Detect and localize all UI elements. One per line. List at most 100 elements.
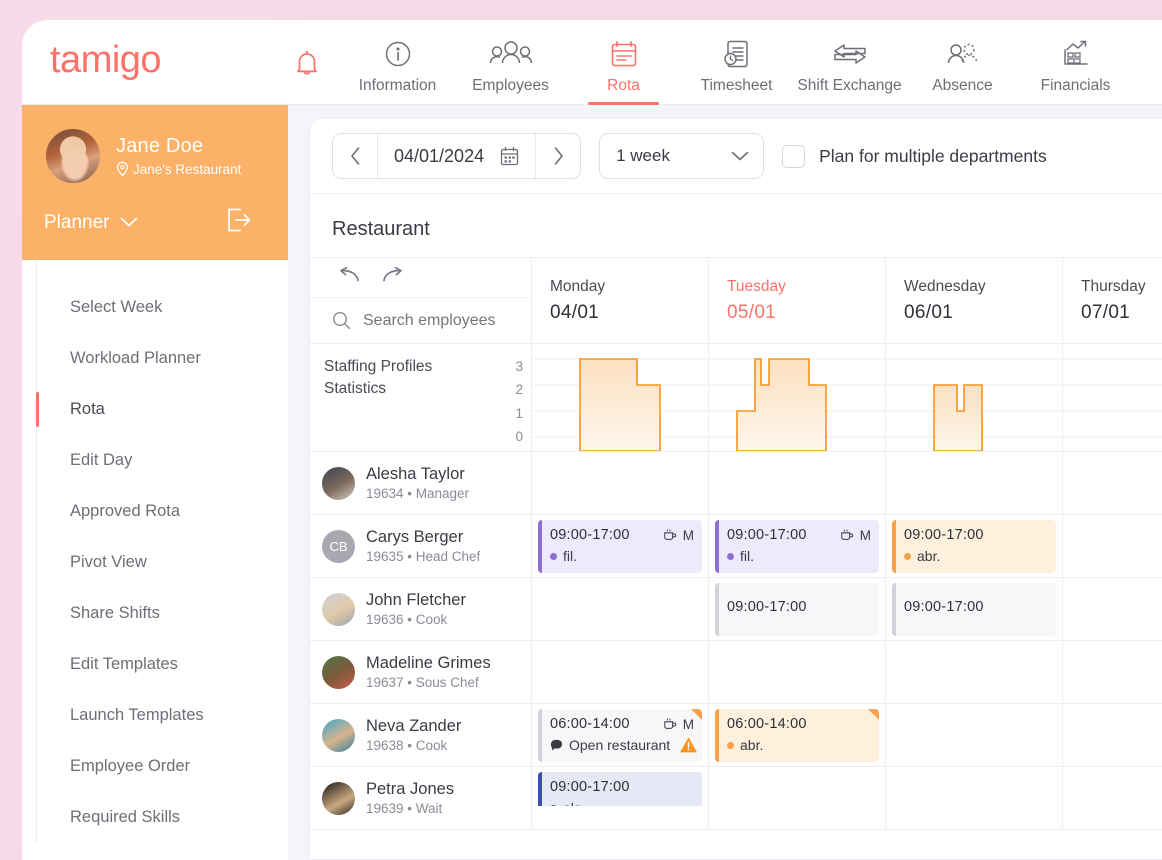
shift-warning-badge[interactable] [679, 736, 698, 759]
shift-cell[interactable]: 06:00-14:00 M [532, 704, 708, 767]
employee-row[interactable]: CB Carys Berger 19635 • Head Chef [310, 515, 531, 578]
employee-info: Alesha Taylor 19634 • Manager [366, 465, 469, 501]
nav-item-information[interactable]: Information [341, 20, 454, 105]
shift-cell[interactable]: 09:00-17:00 [886, 578, 1062, 641]
sidebar-item-rota[interactable]: Rota [22, 384, 288, 435]
nav-item-employees[interactable]: Employees [454, 20, 567, 105]
shift-cell[interactable] [886, 704, 1062, 767]
nav-label: Shift Exchange [797, 77, 901, 95]
shift-card-top: 09:00-17:00 M [550, 527, 694, 543]
sidebar-item-label: Rota [70, 400, 105, 419]
sidebar-item-edit-day[interactable]: Edit Day [22, 435, 288, 486]
shift-cell[interactable]: 09:00-17:00 M [532, 515, 708, 578]
sidebar-item-approved-rota[interactable]: Approved Rota [22, 486, 288, 537]
undo-redo-row [310, 258, 531, 298]
notification-bell-button[interactable] [273, 50, 341, 78]
sidebar-item-edit-templates[interactable]: Edit Templates [22, 639, 288, 690]
employee-row[interactable]: Neva Zander 19638 • Cook [310, 704, 531, 767]
shift-time: 09:00-17:00 [550, 527, 630, 543]
sidebar-item-pivot-view[interactable]: Pivot View [22, 537, 288, 588]
people-group-icon [489, 35, 533, 73]
shift-cell[interactable] [886, 767, 1062, 830]
shift-cell[interactable] [709, 641, 885, 704]
sidebar-item-label: Required Skills [70, 808, 180, 827]
shift-cell[interactable]: 09:00-17:00 abr. [886, 515, 1062, 578]
shift-cell[interactable] [709, 452, 885, 515]
shift-tag-label: fil. [563, 548, 577, 564]
shift-cell[interactable] [1063, 767, 1162, 830]
shift-tag-dot [727, 742, 734, 749]
employee-search-row[interactable] [310, 298, 531, 344]
sidebar-item-workload-planner[interactable]: Workload Planner [22, 333, 288, 384]
shift-cell[interactable] [709, 767, 885, 830]
person-dotted-icon [945, 35, 981, 73]
avatar [322, 719, 355, 752]
shift-cell[interactable]: 09:00-17:00 [709, 578, 885, 641]
day-header[interactable]: Thursday 07/01 [1063, 258, 1162, 344]
shift-cell[interactable] [886, 641, 1062, 704]
day-header[interactable]: Wednesday 06/01 [886, 258, 1062, 344]
employee-row[interactable]: John Fletcher 19636 • Cook [310, 578, 531, 641]
undo-button[interactable] [336, 267, 360, 288]
shift-cell[interactable] [532, 578, 708, 641]
day-header[interactable]: Tuesday 05/01 [709, 258, 885, 344]
shift-card-tag: Open restaurant [550, 737, 694, 753]
nav-item-absence[interactable]: Absence [906, 20, 1019, 105]
sidebar-item-employee-order[interactable]: Employee Order [22, 741, 288, 792]
logout-button[interactable] [226, 207, 252, 238]
redo-button[interactable] [382, 267, 406, 288]
nav-item-financials[interactable]: Financials [1019, 20, 1132, 105]
nav-item-rota[interactable]: Rota [567, 20, 680, 105]
sidebar-item-share-shifts[interactable]: Share Shifts [22, 588, 288, 639]
employee-meta: 19637 • Sous Chef [366, 675, 491, 690]
app-logo[interactable]: tamigo [22, 39, 273, 82]
staffing-area-chart [709, 344, 886, 451]
date-field[interactable]: 04/01/2024 [378, 134, 535, 178]
day-column-monday: Monday 04/01 [532, 258, 709, 830]
multi-department-checkbox-row[interactable]: Plan for multiple departments [782, 145, 1047, 168]
prev-week-button[interactable] [333, 134, 377, 178]
next-week-button[interactable] [536, 134, 580, 178]
sidebar-item-select-week[interactable]: Select Week [22, 282, 288, 333]
shift-card[interactable]: 06:00-14:00 M [538, 709, 702, 762]
shift-cell[interactable] [532, 452, 708, 515]
employee-row[interactable]: Petra Jones 19639 • Wait [310, 767, 531, 830]
shift-color-bar [538, 772, 542, 806]
shift-cell[interactable] [1063, 578, 1162, 641]
shift-cell[interactable] [1063, 641, 1162, 704]
sidebar-item-label: Approved Rota [70, 502, 180, 521]
shift-cell[interactable] [532, 641, 708, 704]
role-selector-label: Planner [44, 212, 110, 234]
shift-card[interactable]: 09:00-17:00 [892, 583, 1056, 636]
role-selector[interactable]: Planner [44, 212, 138, 234]
shift-card[interactable]: 09:00-17:00 ale. [538, 772, 702, 806]
shift-card[interactable]: 09:00-17:00 M [715, 520, 879, 573]
profile-actions: Planner [44, 207, 268, 238]
nav-item-shift-exchange[interactable]: Shift Exchange [793, 20, 906, 105]
employee-row[interactable]: Madeline Grimes 19637 • Sous Chef [310, 641, 531, 704]
sidebar-item-launch-templates[interactable]: Launch Templates [22, 690, 288, 741]
shift-cell[interactable]: 09:00-17:00 ale. [532, 767, 708, 830]
chart-money-icon [1060, 35, 1092, 73]
shift-cell[interactable] [1063, 452, 1162, 515]
sidebar-item-required-skills[interactable]: Required Skills [22, 792, 288, 843]
shift-cell[interactable] [1063, 704, 1162, 767]
multi-department-checkbox[interactable] [782, 145, 805, 168]
search-input[interactable] [363, 312, 513, 330]
shift-card[interactable]: 06:00-14:00 abr. [715, 709, 879, 762]
shift-card[interactable]: 09:00-17:00 abr. [892, 520, 1056, 573]
employee-meta: 19638 • Cook [366, 738, 461, 753]
shift-cell[interactable]: 09:00-17:00 M [709, 515, 885, 578]
body: Jane Doe Jane's Restaurant [22, 105, 1162, 860]
shift-cell[interactable] [1063, 515, 1162, 578]
nav-item-timesheet[interactable]: Timesheet [680, 20, 793, 105]
shift-card[interactable]: 09:00-17:00 [715, 583, 879, 636]
axis-tick: 2 [505, 379, 523, 401]
range-select[interactable]: 1 week [599, 133, 764, 179]
employee-row[interactable]: Alesha Taylor 19634 • Manager [310, 452, 531, 515]
shift-cell[interactable]: 06:00-14:00 abr. [709, 704, 885, 767]
shift-cell[interactable] [886, 452, 1062, 515]
shift-card[interactable]: 09:00-17:00 M [538, 520, 702, 573]
nav-item-truncated[interactable]: Con [1132, 20, 1162, 105]
day-header[interactable]: Monday 04/01 [532, 258, 708, 344]
